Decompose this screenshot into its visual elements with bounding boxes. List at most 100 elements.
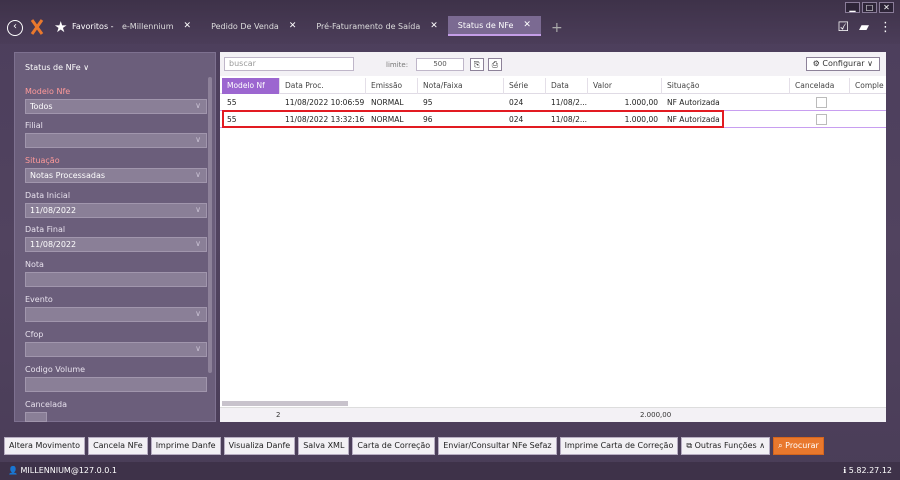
- col-data[interactable]: Data: [546, 78, 588, 94]
- search-input[interactable]: buscar: [224, 57, 354, 71]
- add-tab-icon[interactable]: +: [541, 18, 563, 36]
- tab-e-millennium[interactable]: e-Millennium ✕: [112, 16, 201, 36]
- top-right-icons: ☑ ▰ ⋮: [837, 20, 892, 35]
- nota-input[interactable]: [25, 272, 207, 287]
- clipboard-check-icon[interactable]: ☑: [837, 20, 849, 35]
- cancela-nfe-button[interactable]: Cancela NFe: [88, 437, 148, 455]
- chevron-down-icon: ∨: [195, 205, 201, 214]
- configurar-button[interactable]: ⚙ Configurar ∨: [805, 57, 880, 71]
- carta-correcao-button[interactable]: Carta de Correção: [352, 437, 436, 455]
- altera-movimento-button[interactable]: Altera Movimento: [4, 437, 86, 455]
- footer-total: 2.000,00: [640, 411, 672, 419]
- status-bar: 👤 MILLENNIUM@127.0.0.1 ℹ 5.82.27.12: [0, 462, 900, 480]
- cell-serie: 024: [509, 98, 524, 107]
- outras-funcoes-button[interactable]: ⧉ Outras Funções ∧: [681, 437, 771, 455]
- data-inicial-field[interactable]: 11/08/2022 ∨: [25, 203, 207, 218]
- evento-label: Evento: [25, 295, 53, 304]
- col-valor[interactable]: Valor: [588, 78, 662, 94]
- data-final-field[interactable]: 11/08/2022 ∨: [25, 237, 207, 252]
- nota-label: Nota: [25, 260, 44, 269]
- enviar-consultar-button[interactable]: Enviar/Consultar NFe Sefaz: [438, 437, 557, 455]
- horizontal-scrollbar[interactable]: [222, 401, 348, 406]
- print-icon[interactable]: ⎙: [488, 58, 502, 71]
- col-comple[interactable]: Comple: [850, 78, 886, 94]
- grid-header: Modelo Nf Data Proc. Emissão Nota/Faixa …: [220, 78, 886, 94]
- close-icon[interactable]: ✕: [289, 21, 297, 31]
- cell-valor: 1.000,00: [624, 98, 658, 107]
- filial-label: Filial: [25, 121, 43, 130]
- modelo-label: Modelo Nfe: [25, 87, 71, 96]
- chevron-down-icon: ∨: [195, 309, 201, 318]
- chevron-down-icon: ∨: [195, 239, 201, 248]
- imprime-danfe-button[interactable]: Imprime Danfe: [150, 437, 221, 455]
- chevron-down-icon: ∨: [195, 101, 201, 110]
- close-icon[interactable]: ✕: [523, 20, 531, 30]
- chevron-down-icon: ∨: [195, 135, 201, 144]
- col-modelo-nf[interactable]: Modelo Nf: [222, 78, 280, 94]
- cfop-label: Cfop: [25, 330, 44, 339]
- limite-label: limite:: [386, 61, 409, 69]
- close-icon[interactable]: ✕: [184, 21, 192, 31]
- close-icon[interactable]: ✕: [430, 21, 438, 31]
- favorites-menu[interactable]: Favoritos -: [72, 22, 114, 31]
- cell-nota: 95: [423, 98, 433, 107]
- cancelada-checkbox[interactable]: [25, 412, 47, 422]
- info-icon: ℹ: [843, 466, 847, 475]
- codigo-volume-input[interactable]: [25, 377, 207, 392]
- tab-label: e-Millennium: [122, 21, 174, 31]
- col-cancelada[interactable]: Cancelada: [790, 78, 850, 94]
- col-situacao[interactable]: Situação: [662, 78, 790, 94]
- evento-select[interactable]: ∨: [25, 307, 207, 322]
- filter-panel-title[interactable]: Status de NFe ∨: [25, 63, 89, 72]
- cancelada-checkbox[interactable]: [816, 114, 827, 125]
- modelo-select[interactable]: Todos ∨: [25, 99, 207, 114]
- cell-situacao: NF Autorizada: [667, 98, 720, 107]
- col-nota-faixa[interactable]: Nota/Faixa: [418, 78, 504, 94]
- procurar-label: Procurar: [785, 441, 819, 450]
- visualiza-danfe-button[interactable]: Visualiza Danfe: [223, 437, 296, 455]
- data-final-label: Data Final: [25, 225, 66, 234]
- filial-select[interactable]: ∨: [25, 133, 207, 148]
- export-icon[interactable]: ⎘: [470, 58, 484, 71]
- minimize-button[interactable]: ▁: [845, 2, 860, 13]
- external-link-icon: ⧉: [686, 441, 695, 450]
- cell-data: 11/08/2...: [551, 98, 588, 107]
- procurar-button[interactable]: ⌕ Procurar: [773, 437, 824, 455]
- highlight-box: [222, 110, 724, 128]
- user-icon: 👤: [8, 466, 18, 475]
- maximize-button[interactable]: □: [862, 2, 877, 13]
- imprime-carta-button[interactable]: Imprime Carta de Correção: [559, 437, 679, 455]
- col-emissao[interactable]: Emissão: [366, 78, 418, 94]
- salva-xml-button[interactable]: Salva XML: [298, 437, 350, 455]
- back-icon[interactable]: ‹: [7, 20, 23, 36]
- chat-icon[interactable]: ▰: [859, 20, 869, 35]
- cell-data-proc: 11/08/2022 10:06:59: [285, 98, 365, 107]
- situacao-select[interactable]: Notas Processadas ∨: [25, 168, 207, 183]
- grid-footer: 2 2.000,00: [220, 407, 886, 422]
- cfop-select[interactable]: ∨: [25, 342, 207, 357]
- filter-scrollbar[interactable]: [208, 77, 212, 373]
- grid-toolbar: buscar limite: 500 ⎘ ⎙ ⚙ Configurar ∨: [220, 52, 886, 76]
- tab-pedido-de-venda[interactable]: Pedido De Venda ✕: [201, 16, 306, 36]
- limite-input[interactable]: 500: [416, 58, 464, 71]
- user-status: 👤 MILLENNIUM@127.0.0.1: [8, 466, 117, 475]
- footer-count: 2: [276, 411, 281, 419]
- outras-funcoes-label: Outras Funções ∧: [694, 441, 766, 450]
- cancelada-checkbox[interactable]: [816, 97, 827, 108]
- tab-pre-faturamento[interactable]: Pré-Faturamento de Saída ✕: [306, 16, 447, 36]
- more-vertical-icon[interactable]: ⋮: [879, 20, 892, 35]
- version-status: ℹ 5.82.27.12: [843, 466, 892, 475]
- table-row[interactable]: 55 11/08/2022 10:06:59 NORMAL 95 024 11/…: [220, 95, 886, 111]
- app-logo-icon: [30, 19, 44, 35]
- col-serie[interactable]: Série: [504, 78, 546, 94]
- favorites-star-icon[interactable]: ★: [54, 18, 67, 36]
- close-window-button[interactable]: ✕: [879, 2, 894, 13]
- cancelada-label: Cancelada: [25, 400, 67, 409]
- chevron-down-icon: ∨: [195, 170, 201, 179]
- top-bar: ▁ □ ✕ ‹ ★ Favoritos - e-Millennium ✕ Ped…: [0, 0, 900, 44]
- tab-status-de-nfe[interactable]: Status de NFe ✕: [447, 16, 541, 36]
- window-controls: ▁ □ ✕: [845, 2, 894, 13]
- col-data-proc[interactable]: Data Proc.: [280, 78, 366, 94]
- codigo-volume-label: Codigo Volume: [25, 365, 86, 374]
- action-bar: Altera Movimento Cancela NFe Imprime Dan…: [4, 437, 824, 455]
